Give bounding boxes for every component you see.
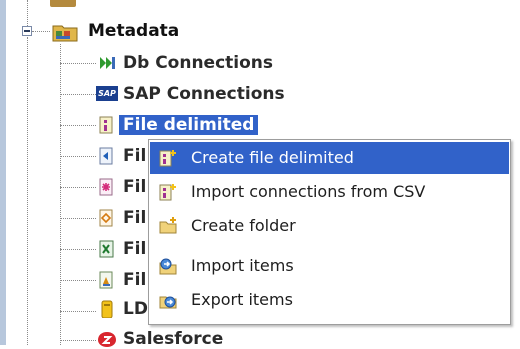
tree-guide-line <box>60 156 96 157</box>
import-items-icon <box>159 258 177 275</box>
tree-item-ldap[interactable]: LD <box>123 299 148 319</box>
tree-guide-line <box>60 94 96 95</box>
tree-guide-line <box>60 280 96 281</box>
salesforce-icon <box>98 332 116 347</box>
tree-item-file-regex[interactable]: Fil <box>123 177 146 197</box>
tree-guide-line <box>60 218 96 219</box>
tree-item-metadata[interactable]: Metadata <box>88 21 179 41</box>
tree-guide-line <box>32 31 50 32</box>
file-xml-icon <box>99 209 113 227</box>
tree-guide-line <box>60 340 96 341</box>
import-csv-icon <box>159 184 176 201</box>
tree-guide-line <box>27 37 28 345</box>
file-excel-icon <box>99 240 114 258</box>
menu-item-create-folder[interactable]: Create folder <box>150 210 509 242</box>
file-ldif-icon <box>99 271 113 289</box>
context-menu: Create file delimited Import connections… <box>148 139 511 325</box>
ldap-icon <box>101 300 113 318</box>
menu-item-create-file-delimited[interactable]: Create file delimited <box>150 142 509 174</box>
db-connections-icon <box>100 57 115 69</box>
menu-item-label: Create file delimited <box>191 148 354 167</box>
partial-icon-above <box>50 0 76 7</box>
create-file-delimited-icon <box>159 150 176 167</box>
tree-item-file-excel[interactable]: Fil <box>123 239 146 259</box>
tree-guide-line <box>60 44 61 345</box>
tree-item-file-delimited[interactable]: File delimited <box>119 115 259 135</box>
tree-item-db-connections[interactable]: Db Connections <box>123 53 273 73</box>
menu-item-import-connections-from-csv[interactable]: Import connections from CSV <box>150 176 509 208</box>
tree-guide-line <box>60 125 96 126</box>
menu-item-label: Create folder <box>191 216 296 235</box>
tree-item-sap-connections[interactable]: SAP Connections <box>123 84 285 104</box>
tree-item-file-positional[interactable]: Fil <box>123 146 146 166</box>
window-edge <box>0 0 6 345</box>
sap-icon: SAP <box>96 86 118 101</box>
tree-guide-line <box>60 63 96 64</box>
tree-item-file-xml[interactable]: Fil <box>123 208 146 228</box>
create-folder-icon <box>159 217 177 234</box>
export-items-icon <box>159 296 177 309</box>
tree-guide-line <box>60 249 96 250</box>
menu-item-label: Export items <box>191 290 293 309</box>
metadata-folder-icon <box>52 25 78 42</box>
tree-guide-line <box>60 187 96 188</box>
tree-item-salesforce[interactable]: Salesforce <box>123 329 223 349</box>
menu-item-label: Import items <box>191 256 294 275</box>
tree-guide-line <box>60 311 96 312</box>
menu-item-export-items[interactable]: Export items <box>150 284 509 316</box>
tree-item-file-ldif[interactable]: Fil <box>123 270 146 290</box>
menu-item-import-items[interactable]: Import items <box>150 250 509 282</box>
file-delimited-icon <box>99 116 113 134</box>
file-positional-icon <box>99 147 113 165</box>
collapse-toggle[interactable] <box>22 26 32 36</box>
tree-guide-line <box>27 0 28 26</box>
file-regex-icon <box>99 178 113 196</box>
menu-item-label: Import connections from CSV <box>191 182 426 201</box>
